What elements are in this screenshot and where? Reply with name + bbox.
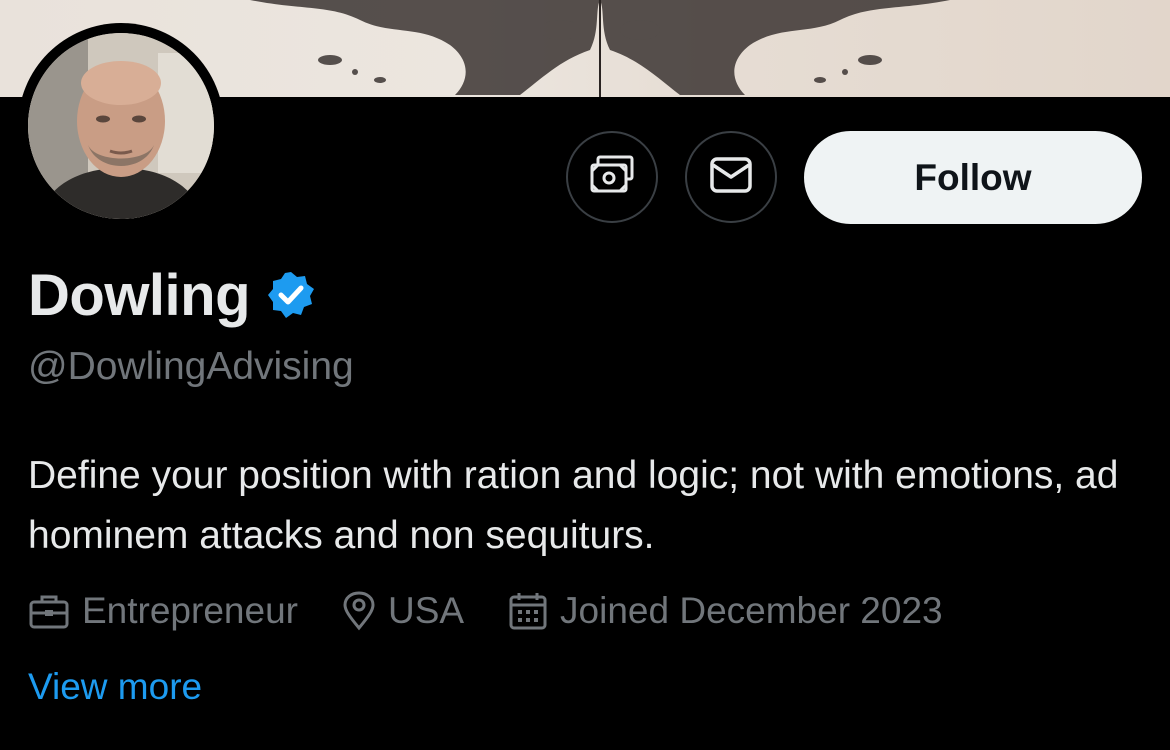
briefcase-icon xyxy=(29,595,69,629)
joined-text: Joined December 2023 xyxy=(560,590,943,631)
meta-joined: Joined December 2023 xyxy=(508,590,943,632)
envelope-icon xyxy=(709,156,753,199)
profile-avatar[interactable] xyxy=(18,23,224,229)
avatar-photo xyxy=(28,33,214,219)
meta-profession: Entrepreneur xyxy=(28,590,298,632)
name-row: Dowling xyxy=(28,262,316,328)
calendar-icon xyxy=(509,593,547,630)
money-icon xyxy=(588,155,636,200)
meta-location: USA xyxy=(342,590,464,632)
verified-badge-icon[interactable] xyxy=(266,270,316,320)
location-pin-icon xyxy=(343,591,375,631)
profession-text: Entrepreneur xyxy=(82,590,298,631)
location-text: USA xyxy=(387,590,465,631)
profile-handle: @DowlingAdvising xyxy=(28,345,354,388)
view-more-link[interactable]: View more xyxy=(28,666,202,708)
display-name: Dowling xyxy=(28,262,251,328)
tip-button[interactable] xyxy=(566,131,658,223)
message-button[interactable] xyxy=(685,131,777,223)
profile-meta: Entrepreneur USA Joined December 2023 xyxy=(28,588,987,634)
profile-bio: Define your position with ration and log… xyxy=(28,454,1119,557)
follow-button[interactable]: Follow xyxy=(804,131,1142,224)
